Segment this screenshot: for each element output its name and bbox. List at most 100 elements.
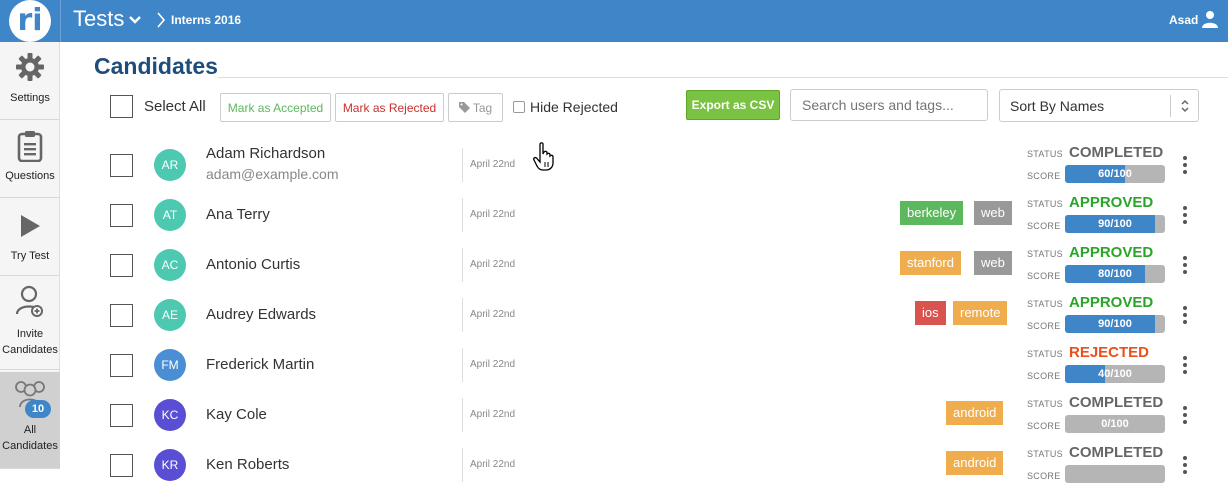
candidate-tag[interactable]: ios bbox=[915, 301, 946, 325]
user-icon[interactable] bbox=[1202, 10, 1218, 28]
tag-button[interactable]: Tag bbox=[448, 93, 503, 122]
score-bar: 0/100 bbox=[1065, 415, 1165, 433]
candidate-date: April 22nd bbox=[470, 309, 516, 320]
more-options-icon[interactable] bbox=[1181, 355, 1189, 377]
status-label: STATUS bbox=[1027, 149, 1063, 159]
status-label: STATUS bbox=[1027, 299, 1063, 309]
score-text: 40/100 bbox=[1098, 368, 1132, 380]
sort-select-value: Sort By Names bbox=[1010, 98, 1105, 114]
candidate-tag[interactable]: stanford bbox=[900, 251, 961, 275]
candidate-tag[interactable]: web bbox=[974, 201, 1012, 225]
sidebar-item-label: Settings bbox=[10, 92, 50, 104]
candidate-date: April 22nd bbox=[470, 259, 516, 270]
tag-icon bbox=[458, 102, 470, 113]
search-input[interactable] bbox=[790, 89, 988, 121]
status-label: STATUS bbox=[1027, 199, 1063, 209]
user-name[interactable]: Asad bbox=[1169, 13, 1198, 27]
mark-accepted-button[interactable]: Mark as Accepted bbox=[220, 93, 331, 122]
score-bar bbox=[1065, 465, 1165, 483]
candidate-date: April 22nd bbox=[470, 409, 516, 420]
app-logo[interactable]: ri bbox=[9, 0, 51, 42]
status-value: COMPLETED bbox=[1069, 144, 1164, 161]
tag-button-label: Tag bbox=[472, 100, 493, 115]
candidate-name[interactable]: Antonio Curtis bbox=[206, 256, 300, 273]
export-csv-button[interactable]: Export as CSV bbox=[686, 90, 780, 120]
status-value: APPROVED bbox=[1069, 244, 1154, 261]
select-all-checkbox[interactable] bbox=[110, 95, 133, 118]
hide-rejected-checkbox[interactable] bbox=[513, 101, 525, 113]
row-checkbox[interactable] bbox=[110, 304, 133, 327]
score-label: SCORE bbox=[1027, 371, 1061, 381]
candidate-name[interactable]: Ken Roberts bbox=[206, 456, 289, 473]
select-all-label[interactable]: Select All bbox=[144, 98, 206, 115]
candidate-row[interactable]: AC Antonio Curtis April 22nd stanford web STA… bbox=[0, 240, 1228, 290]
avatar: AE bbox=[154, 299, 186, 331]
more-options-icon[interactable] bbox=[1181, 305, 1189, 327]
candidate-tag[interactable]: android bbox=[946, 451, 1004, 475]
row-checkbox[interactable] bbox=[110, 154, 133, 177]
score-text: 90/100 bbox=[1098, 218, 1132, 230]
status-value: APPROVED bbox=[1069, 194, 1154, 211]
row-checkbox[interactable] bbox=[110, 254, 133, 277]
score-label: SCORE bbox=[1027, 421, 1061, 431]
candidate-name[interactable]: Kay Cole bbox=[206, 406, 267, 423]
row-checkbox[interactable] bbox=[110, 354, 133, 377]
mark-rejected-button[interactable]: Mark as Rejected bbox=[335, 93, 444, 122]
sidebar-item-settings[interactable]: Settings bbox=[0, 42, 60, 120]
avatar: AR bbox=[154, 149, 186, 181]
avatar: KC bbox=[154, 399, 186, 431]
candidate-row[interactable]: AT Ana Terry April 22nd berkeley web STATUS AP… bbox=[0, 190, 1228, 240]
status-label: STATUS bbox=[1027, 249, 1063, 259]
candidate-tag[interactable]: berkeley bbox=[900, 201, 964, 225]
breadcrumb[interactable]: Interns 2016 bbox=[171, 13, 241, 27]
more-options-icon[interactable] bbox=[1181, 205, 1189, 227]
candidate-name[interactable]: Frederick Martin bbox=[206, 356, 314, 373]
more-options-icon[interactable] bbox=[1181, 255, 1189, 277]
divider bbox=[462, 348, 463, 382]
avatar: KR bbox=[154, 449, 186, 481]
status-label: STATUS bbox=[1027, 449, 1063, 459]
candidate-name[interactable]: Adam Richardson bbox=[206, 145, 325, 162]
more-options-icon[interactable] bbox=[1181, 455, 1189, 477]
candidate-date: April 22nd bbox=[470, 359, 516, 370]
status-label: STATUS bbox=[1027, 399, 1063, 409]
score-bar: 90/100 bbox=[1065, 215, 1165, 233]
divider bbox=[1170, 95, 1171, 117]
hand-cursor-icon bbox=[533, 142, 554, 171]
candidate-name[interactable]: Audrey Edwards bbox=[206, 306, 316, 323]
test-title-dropdown[interactable]: Tests bbox=[73, 6, 124, 32]
score-bar: 90/100 bbox=[1065, 315, 1165, 333]
candidate-row[interactable]: FM Frederick Martin April 22nd STATUS REJECT… bbox=[0, 340, 1228, 390]
candidate-date: April 22nd bbox=[470, 159, 516, 170]
row-checkbox[interactable] bbox=[110, 454, 133, 477]
status-label: STATUS bbox=[1027, 349, 1063, 359]
avatar: AC bbox=[154, 249, 186, 281]
score-label: SCORE bbox=[1027, 471, 1061, 481]
score-text: 80/100 bbox=[1098, 268, 1132, 280]
more-options-icon[interactable] bbox=[1181, 155, 1189, 177]
divider bbox=[462, 448, 463, 482]
chevron-down-icon[interactable] bbox=[128, 12, 142, 26]
sort-arrows-icon bbox=[1181, 99, 1189, 113]
more-options-icon[interactable] bbox=[1181, 405, 1189, 427]
row-checkbox[interactable] bbox=[110, 204, 133, 227]
row-checkbox[interactable] bbox=[110, 404, 133, 427]
score-bar: 40/100 bbox=[1065, 365, 1165, 383]
hide-rejected-label[interactable]: Hide Rejected bbox=[530, 99, 618, 115]
candidate-row[interactable]: KR Ken Roberts April 22nd android STATUS COMP… bbox=[0, 440, 1228, 490]
score-label: SCORE bbox=[1027, 221, 1061, 231]
candidate-date: April 22nd bbox=[470, 459, 516, 470]
candidate-tag[interactable]: remote bbox=[953, 301, 1008, 325]
sort-select[interactable]: Sort By Names bbox=[999, 89, 1199, 122]
candidate-tag[interactable]: android bbox=[946, 401, 1004, 425]
score-label: SCORE bbox=[1027, 171, 1061, 181]
candidate-row[interactable]: AE Audrey Edwards April 22nd ios remote STATU… bbox=[0, 290, 1228, 340]
candidate-row[interactable]: KC Kay Cole April 22nd android STATUS COMPLET… bbox=[0, 390, 1228, 440]
avatar: AT bbox=[154, 199, 186, 231]
candidate-date: April 22nd bbox=[470, 209, 516, 220]
candidate-tag[interactable]: web bbox=[974, 251, 1012, 275]
divider bbox=[462, 198, 463, 232]
candidate-name[interactable]: Ana Terry bbox=[206, 206, 270, 223]
score-text: 90/100 bbox=[1098, 318, 1132, 330]
candidate-row[interactable]: AR Adam Richardson adam@example.com April 2… bbox=[0, 140, 1228, 190]
